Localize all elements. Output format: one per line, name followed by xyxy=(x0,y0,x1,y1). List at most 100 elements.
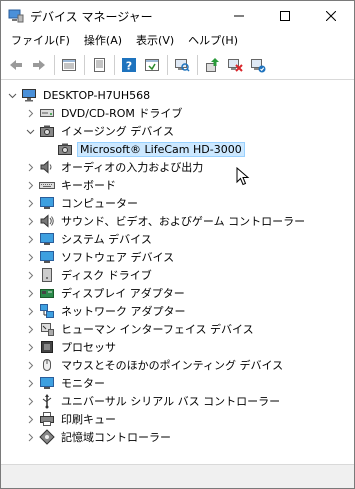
tree-item-network[interactable]: ネットワーク アダプター xyxy=(24,302,188,320)
update-driver-button[interactable] xyxy=(201,54,223,76)
disable-device-button[interactable] xyxy=(224,54,246,76)
minimize-button[interactable] xyxy=(216,1,262,31)
scan-hardware-button[interactable] xyxy=(171,54,193,76)
processor-icon xyxy=(39,339,55,355)
tree-item-print-queue[interactable]: 印刷キュー xyxy=(24,410,118,428)
menu-action[interactable]: 操作(A) xyxy=(77,31,129,51)
properties-list-icon xyxy=(62,59,76,71)
expand-chevron-icon[interactable] xyxy=(24,374,36,392)
tree-item-label: ユニバーサル シリアル バス コントローラー xyxy=(61,395,281,408)
device-tree[interactable]: DESKTOP-H7UH568 DVD/CD-ROM ドライブ イメージング デ… xyxy=(1,83,354,461)
tree-item-software[interactable]: ソフトウェア デバイス xyxy=(24,248,176,266)
disable-device-icon xyxy=(228,59,243,72)
tree-item-monitor[interactable]: モニター xyxy=(24,374,107,392)
expand-chevron-icon[interactable] xyxy=(24,230,36,248)
toolbar-separator xyxy=(167,55,168,75)
expand-chevron-icon[interactable] xyxy=(24,428,36,446)
device-manager-window: デバイス マネージャー ファイル(F) 操作(A) 表示(V) ヘルプ(H) ?… xyxy=(0,0,355,489)
webcam-icon xyxy=(57,141,73,157)
tree-item-sound[interactable]: サウンド、ビデオ、およびゲーム コントローラー xyxy=(24,212,307,230)
computer-icon xyxy=(21,87,37,103)
expand-chevron-icon[interactable] xyxy=(24,320,36,338)
expand-chevron-icon[interactable] xyxy=(24,302,36,320)
tree-item-display[interactable]: ディスプレイ アダプター xyxy=(24,284,187,302)
status-bar xyxy=(1,464,354,488)
menu-help[interactable]: ヘルプ(H) xyxy=(181,31,245,51)
toolbar: ? xyxy=(1,51,354,80)
tree-item-system[interactable]: システム デバイス xyxy=(24,230,154,248)
help-button[interactable]: ? xyxy=(118,54,140,76)
tree-item-keyboard[interactable]: キーボード xyxy=(24,176,118,194)
scan-hardware-icon xyxy=(175,59,190,72)
collapse-chevron-icon[interactable] xyxy=(6,86,18,104)
expand-chevron-icon[interactable] xyxy=(24,338,36,356)
collapse-chevron-icon[interactable] xyxy=(24,122,36,140)
disk-drive-icon xyxy=(39,267,55,283)
tree-root[interactable]: DESKTOP-H7UH568 xyxy=(6,86,152,104)
tree-item-computer[interactable]: コンピューター xyxy=(24,194,140,212)
tree-item-processor[interactable]: プロセッサ xyxy=(24,338,118,356)
expand-chevron-icon[interactable] xyxy=(24,284,36,302)
dvd-drive-icon xyxy=(39,105,55,121)
properties-list-button[interactable] xyxy=(58,54,80,76)
tree-root-label: DESKTOP-H7UH568 xyxy=(43,88,151,102)
title-bar[interactable]: デバイス マネージャー xyxy=(1,1,354,31)
expand-chevron-icon[interactable] xyxy=(24,158,36,176)
tree-item-label: プロセッサ xyxy=(61,341,116,354)
expand-chevron-icon[interactable] xyxy=(24,266,36,284)
expand-chevron-icon[interactable] xyxy=(24,392,36,410)
window-controls xyxy=(216,1,354,31)
tree-item-label: モニター xyxy=(61,377,105,390)
uninstall-device-button[interactable] xyxy=(247,54,269,76)
window-title: デバイス マネージャー xyxy=(30,9,153,24)
tree-item-dvd[interactable]: DVD/CD-ROM ドライブ xyxy=(24,104,184,122)
tree-item-label: DVD/CD-ROM ドライブ xyxy=(61,107,183,120)
camera-icon xyxy=(39,123,55,139)
menu-file[interactable]: ファイル(F) xyxy=(4,31,77,51)
tree-item-hid[interactable]: ヒューマン インターフェイス デバイス xyxy=(24,320,256,338)
tree-item-label: オーディオの入力および出力 xyxy=(61,161,204,174)
expand-chevron-icon[interactable] xyxy=(24,356,36,374)
menu-bar: ファイル(F) 操作(A) 表示(V) ヘルプ(H) xyxy=(1,31,354,51)
expand-chevron-icon[interactable] xyxy=(24,410,36,428)
display-adapter-icon xyxy=(39,285,55,301)
tree-item-label: Microsoft® LifeCam HD-3000 xyxy=(77,141,245,157)
tree-item-usb[interactable]: ユニバーサル シリアル バス コントローラー xyxy=(24,392,282,410)
svg-text:?: ? xyxy=(126,60,132,73)
device-manager-app-icon[interactable] xyxy=(8,8,24,24)
tree-item-label: ディスク ドライブ xyxy=(61,269,152,282)
tree-item-imaging[interactable]: イメージング デバイス xyxy=(24,122,176,140)
tree-item-storage[interactable]: 記憶域コントローラー xyxy=(24,428,173,446)
tree-item-label: サウンド、ビデオ、およびゲーム コントローラー xyxy=(61,215,306,228)
tree-item-lifecam[interactable]: Microsoft® LifeCam HD-3000 xyxy=(42,140,245,158)
expand-chevron-icon[interactable] xyxy=(24,248,36,266)
tree-item-disk[interactable]: ディスク ドライブ xyxy=(24,266,154,284)
tree-item-label: ネットワーク アダプター xyxy=(61,305,186,318)
expand-chevron-icon[interactable] xyxy=(24,176,36,194)
show-view-button[interactable] xyxy=(141,54,163,76)
toolbar-separator xyxy=(114,55,115,75)
properties-sheet-icon xyxy=(94,58,105,72)
tree-item-mouse[interactable]: マウスとそのほかのポインティング デバイス xyxy=(24,356,285,374)
expand-chevron-icon[interactable] xyxy=(24,212,36,230)
tree-item-label: ディスプレイ アダプター xyxy=(61,287,185,300)
usb-icon xyxy=(39,393,55,409)
back-button[interactable] xyxy=(5,54,27,76)
speaker-icon xyxy=(39,159,55,175)
maximize-button[interactable] xyxy=(262,1,308,31)
expand-chevron-icon[interactable] xyxy=(24,194,36,212)
tree-item-label: 記憶域コントローラー xyxy=(61,431,171,444)
menu-view[interactable]: 表示(V) xyxy=(129,31,181,51)
forward-button[interactable] xyxy=(28,54,50,76)
properties-button[interactable] xyxy=(88,54,110,76)
storage-controller-icon xyxy=(39,429,55,445)
expand-chevron-icon[interactable] xyxy=(24,104,36,122)
close-button[interactable] xyxy=(308,1,354,31)
back-arrow-icon xyxy=(10,60,22,70)
software-device-icon xyxy=(39,249,55,265)
toolbar-separator xyxy=(197,55,198,75)
tree-item-label: ヒューマン インターフェイス デバイス xyxy=(61,323,254,336)
system-device-icon xyxy=(39,231,55,247)
update-driver-icon xyxy=(206,58,219,72)
tree-item-audio-io[interactable]: オーディオの入力および出力 xyxy=(24,158,205,176)
